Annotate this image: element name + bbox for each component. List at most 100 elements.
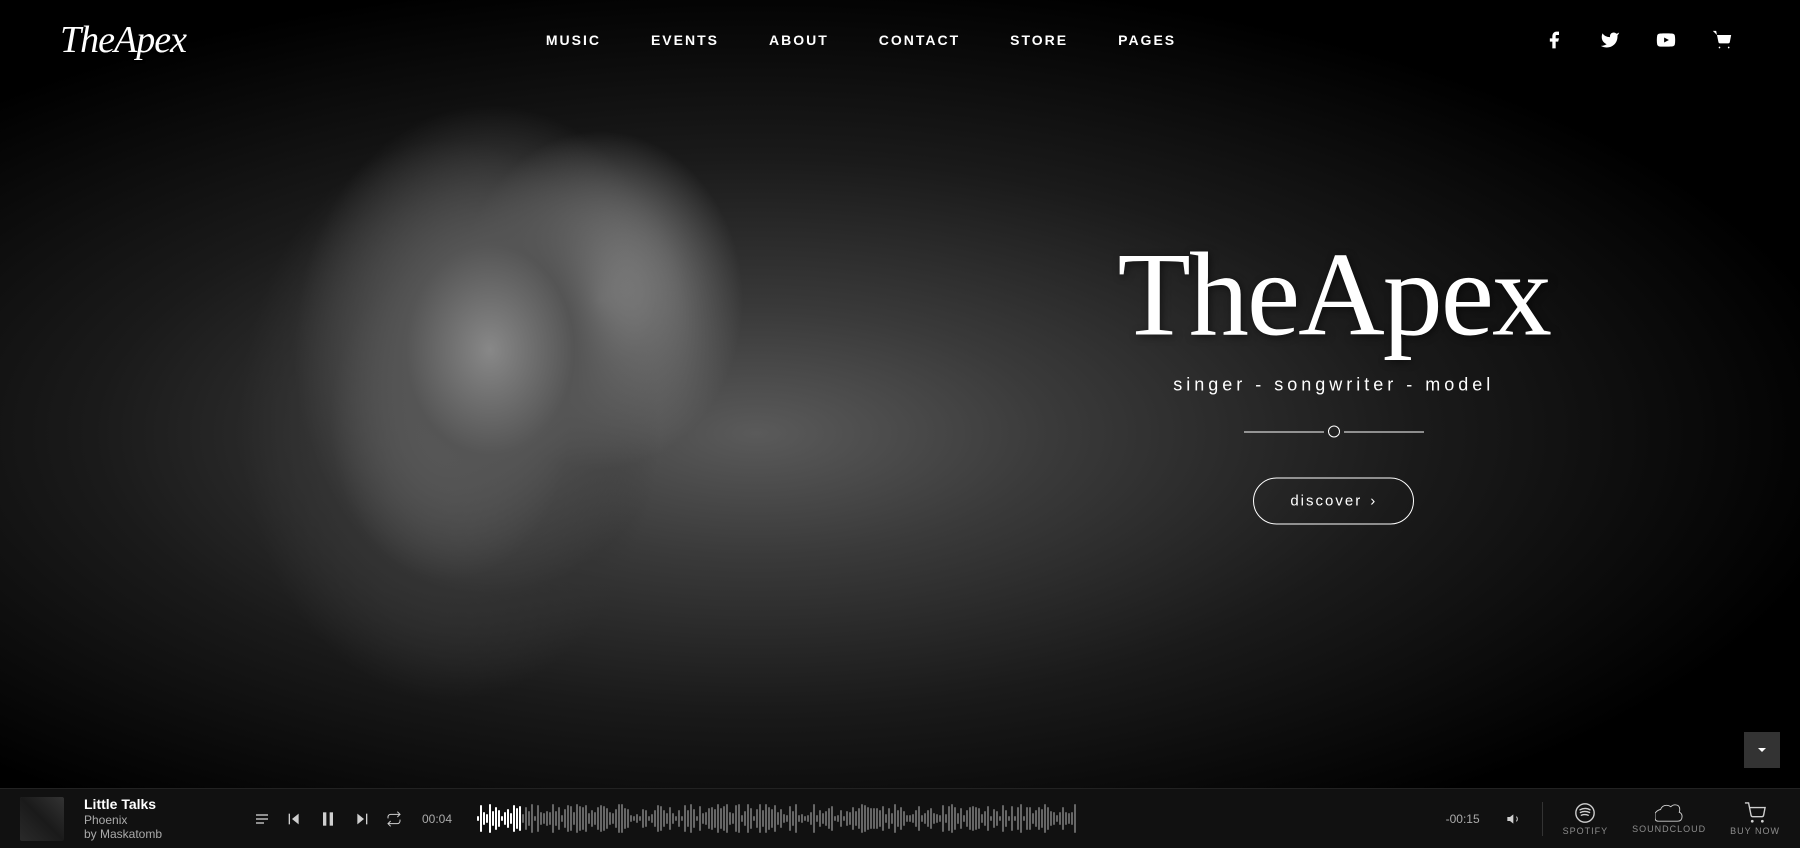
waveform-bar-155 (942, 805, 944, 831)
waveform-bar-42 (603, 806, 605, 831)
hero-content: TheApex singer - songwriter - model disc… (1118, 235, 1550, 525)
waveform-bar-145 (912, 814, 914, 822)
waveform-bar-78 (711, 807, 713, 831)
waveform-bar-141 (900, 807, 902, 829)
waveform-bar-185 (1032, 813, 1034, 824)
hero-subtitle: singer - songwriter - model (1118, 375, 1550, 396)
waveform-bar-29 (564, 809, 566, 827)
waveform-bar-92 (753, 816, 755, 822)
waveform-bar-195 (1062, 807, 1064, 829)
waveform-bar-61 (660, 806, 662, 830)
waveform-bar-45 (612, 813, 614, 824)
waveform-bar-8 (501, 816, 503, 822)
spotify-label: SPOTIFY (1563, 826, 1609, 836)
waveform-bar-56 (645, 810, 647, 827)
waveform-bar-11 (510, 813, 512, 824)
spotify-link[interactable]: SPOTIFY (1563, 802, 1609, 836)
play-pause-button[interactable] (318, 809, 338, 829)
waveform-bar-80 (717, 804, 719, 833)
waveform-bar-186 (1035, 810, 1037, 826)
waveform-bar-158 (951, 804, 953, 834)
waveform-bar-113 (816, 815, 818, 823)
waveform-bar-89 (744, 811, 746, 826)
waveform-bar-52 (633, 816, 635, 822)
nav-contact[interactable]: CONTACT (879, 32, 960, 48)
waveform-bar-48 (621, 804, 623, 833)
waveform-bar-65 (672, 813, 674, 824)
waveform-bar-164 (969, 807, 971, 830)
waveform-bar-1 (480, 805, 482, 832)
site-logo[interactable]: TheApex (60, 18, 186, 62)
repeat-button[interactable] (386, 811, 402, 827)
waveform-bar-128 (861, 804, 863, 834)
waveform-bar-14 (519, 806, 521, 832)
waveform-bar-191 (1050, 811, 1052, 826)
waveform-bar-150 (927, 810, 929, 827)
cart-icon[interactable] (1704, 22, 1740, 58)
discover-button[interactable]: discover › (1253, 478, 1414, 525)
waveform-bar-149 (924, 813, 926, 825)
waveform-bar-156 (945, 814, 947, 822)
waveform-bar-107 (798, 815, 800, 821)
waveform-bar-76 (705, 812, 707, 825)
waveform-bar-66 (675, 816, 677, 822)
nav-store[interactable]: STORE (1010, 32, 1068, 48)
waveform-bar-19 (534, 816, 536, 821)
track-title: Little Talks (84, 796, 234, 813)
waveform-bar-187 (1038, 807, 1040, 830)
waveform-bar-7 (498, 810, 500, 828)
waveform-bar-81 (720, 808, 722, 829)
waveform-bar-157 (948, 806, 950, 830)
waveform-bar-162 (963, 815, 965, 822)
prev-button[interactable] (286, 811, 302, 827)
waveform-bar-32 (573, 812, 575, 825)
waveform-bar-183 (1026, 807, 1028, 829)
waveform-bar-173 (996, 811, 998, 826)
waveform-bar-153 (936, 814, 938, 823)
waveform-bar-36 (585, 805, 587, 833)
volume-button[interactable] (1506, 811, 1522, 827)
waveform-bar-178 (1011, 806, 1013, 831)
waveform-bar-103 (786, 815, 788, 823)
waveform-bar-117 (828, 808, 830, 829)
twitter-icon[interactable] (1592, 22, 1628, 58)
waveform-bar-177 (1008, 816, 1010, 821)
waveform-bar-10 (507, 809, 509, 828)
soundcloud-link[interactable]: SOUNDCLOUD (1632, 804, 1706, 834)
waveform-bar-100 (777, 812, 779, 825)
waveform-bar-130 (867, 807, 869, 830)
waveform-bar-172 (993, 809, 995, 829)
navbar: TheApex MUSIC EVENTS ABOUT CONTACT STORE… (0, 0, 1800, 80)
youtube-icon[interactable] (1648, 22, 1684, 58)
scroll-indicator[interactable] (1744, 732, 1780, 768)
waveform-bar-111 (810, 812, 812, 825)
waveform-bar-49 (624, 808, 626, 828)
waveform-bar-38 (591, 810, 593, 826)
waveform-bar-165 (972, 806, 974, 832)
waveform-bar-124 (849, 812, 851, 826)
waveform-bar-75 (702, 813, 704, 823)
waveform-bar-35 (582, 807, 584, 829)
nav-about[interactable]: ABOUT (769, 32, 829, 48)
nav-events[interactable]: EVENTS (651, 32, 719, 48)
waveform-bar-181 (1020, 804, 1022, 833)
waveform-bar-146 (915, 810, 917, 826)
waveform-bar-87 (738, 804, 740, 833)
waveform-bar-51 (630, 815, 632, 822)
player-volume (1506, 811, 1522, 827)
nav-music[interactable]: MUSIC (546, 32, 601, 48)
waveform-bar-174 (999, 816, 1001, 821)
next-button[interactable] (354, 811, 370, 827)
hero-title: TheApex (1118, 235, 1550, 355)
track-artist: Phoenix (84, 813, 234, 827)
player-controls (254, 809, 402, 829)
buy-now-link[interactable]: BUY NOW (1730, 802, 1780, 836)
playlist-button[interactable] (254, 811, 270, 827)
waveform-bar-97 (768, 807, 770, 830)
waveform[interactable] (477, 801, 1426, 837)
nav-pages[interactable]: PAGES (1118, 32, 1176, 48)
waveform-bar-189 (1044, 804, 1046, 834)
waveform-bar-30 (567, 805, 569, 831)
facebook-icon[interactable] (1536, 22, 1572, 58)
waveform-bar-140 (897, 810, 899, 827)
